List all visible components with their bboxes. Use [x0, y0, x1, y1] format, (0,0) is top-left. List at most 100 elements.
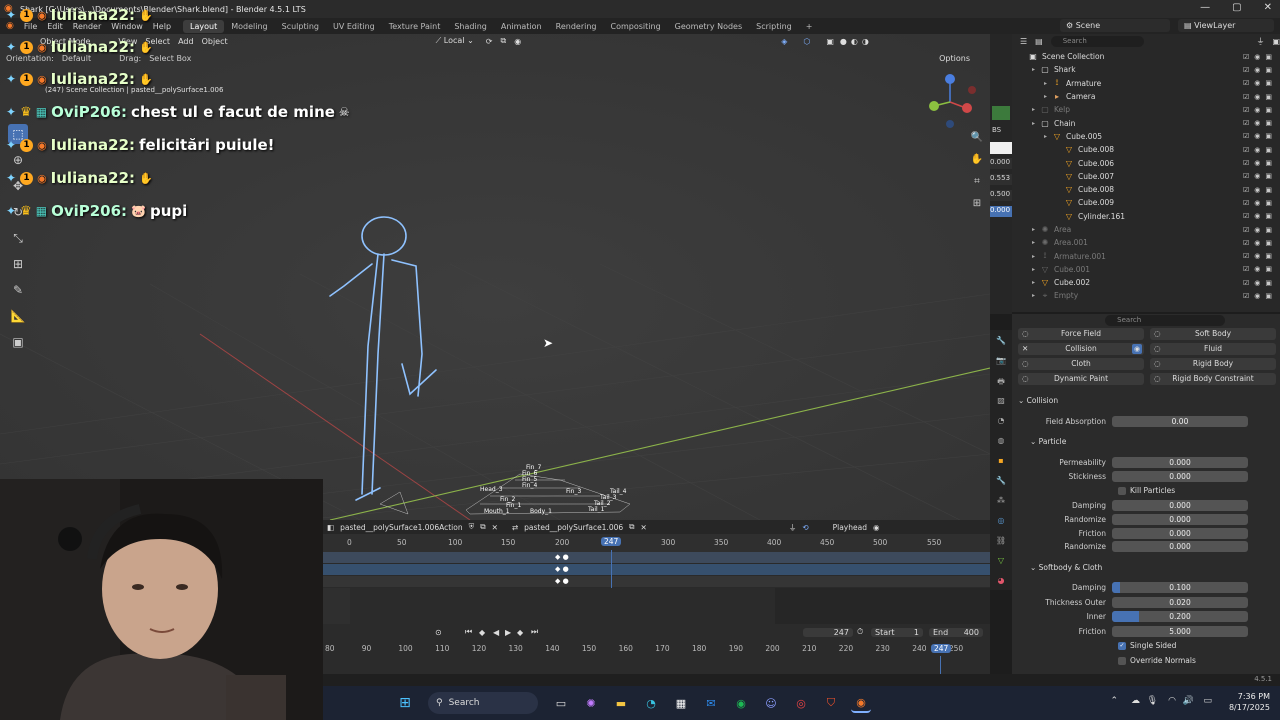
- close-button[interactable]: ✕: [1264, 2, 1272, 13]
- physics-force-field-button[interactable]: ◌ Force Field: [1018, 328, 1144, 340]
- camera-icon[interactable]: ▣: [1265, 226, 1272, 234]
- shading-rendered-icon[interactable]: ◑: [862, 37, 869, 46]
- sb-damping-slider[interactable]: 0.100: [1112, 581, 1248, 593]
- data-tab-icon[interactable]: ▽: [995, 556, 1007, 568]
- outliner-row[interactable]: ▸ ✺ Area.001 ☑ ◉ ▣: [1012, 236, 1280, 249]
- pan-hand-icon[interactable]: ✋: [970, 154, 984, 168]
- checkbox-icon[interactable]: ☑: [1243, 159, 1249, 167]
- menu-help[interactable]: Help: [153, 22, 171, 31]
- camera-icon[interactable]: ▣: [1265, 252, 1272, 260]
- view-layer-tab-icon[interactable]: ▨: [995, 396, 1007, 408]
- eye-icon[interactable]: ◉: [1254, 252, 1260, 260]
- windows-start-icon[interactable]: ⊞: [395, 693, 415, 713]
- wifi-icon[interactable]: ◠: [1168, 696, 1176, 706]
- jump-start-icon[interactable]: ⏮: [465, 627, 472, 637]
- task-view-icon[interactable]: ▭: [551, 693, 571, 713]
- eye-icon[interactable]: ◉: [1254, 226, 1260, 234]
- view-layer-selector[interactable]: ▤ ViewLayer: [1178, 19, 1274, 32]
- checkbox-icon[interactable]: ☑: [1243, 199, 1249, 207]
- eye-icon[interactable]: ◉: [1254, 199, 1260, 207]
- expand-caret-icon[interactable]: ▸: [1032, 106, 1040, 113]
- mic-icon[interactable]: 🎙: [1147, 696, 1158, 706]
- checkbox-icon[interactable]: ☑: [1243, 93, 1249, 101]
- chrome-icon[interactable]: ◎: [791, 693, 811, 713]
- camera-view-icon[interactable]: ⌗: [970, 176, 984, 190]
- thickness-outer-field[interactable]: 0.020: [1112, 596, 1248, 608]
- object-unlink-icon[interactable]: ✕: [641, 523, 647, 532]
- expand-caret-icon[interactable]: ▸: [1032, 120, 1040, 127]
- eye-icon[interactable]: ◉: [1254, 132, 1260, 140]
- camera-icon[interactable]: ▣: [1265, 186, 1272, 194]
- checkbox-icon[interactable]: ☑: [1243, 239, 1249, 247]
- new-collection-icon[interactable]: ▣: [1272, 37, 1280, 46]
- eye-icon[interactable]: ◉: [1254, 106, 1260, 114]
- eye-icon[interactable]: ◉: [1254, 292, 1260, 300]
- single-sided-checkbox[interactable]: ✓ Single Sided: [1118, 641, 1176, 650]
- checkbox-icon[interactable]: ☑: [1243, 79, 1249, 87]
- outliner-row[interactable]: ▸ ▢ Chain ☑ ◉ ▣: [1012, 116, 1280, 129]
- snap-icon[interactable]: ⧉: [500, 36, 506, 46]
- action-editor-icon[interactable]: ◧: [327, 523, 334, 532]
- softbody-section-header[interactable]: ⌄ Softbody & Cloth: [1030, 563, 1102, 572]
- discord-icon[interactable]: ☺: [761, 693, 781, 713]
- checkbox-icon[interactable]: ☑: [1243, 292, 1249, 300]
- physics-rigid-body-constraint-button[interactable]: ◌ Rigid Body Constraint: [1150, 373, 1276, 385]
- outliner-row[interactable]: ▸ ⟟ Armature ☑ ◉ ▣: [1012, 77, 1280, 90]
- transform-tool-icon[interactable]: ⊞: [8, 254, 28, 274]
- tab-scripting[interactable]: Scripting: [749, 20, 799, 33]
- dope-sheet-ruler[interactable]: 0 50 100 150 200 300 350 400 450 500 550…: [323, 537, 990, 550]
- scene-selector[interactable]: ⚙ Scene: [1060, 19, 1170, 32]
- annotate-tool-icon[interactable]: ✎: [8, 280, 28, 300]
- tray-chevron-icon[interactable]: ⌃: [1110, 696, 1118, 706]
- channel-row[interactable]: [323, 552, 990, 564]
- outliner-row[interactable]: ▸ ▢ Shark ☑ ◉ ▣: [1012, 63, 1280, 76]
- store-icon[interactable]: ▦: [671, 693, 691, 713]
- camera-icon[interactable]: ▣: [1265, 292, 1272, 300]
- eye-icon[interactable]: ◉: [1254, 159, 1260, 167]
- add-workspace-button[interactable]: +: [799, 20, 820, 33]
- checkbox-icon[interactable]: ☑: [1243, 146, 1249, 154]
- sidebar-value[interactable]: 0.000: [990, 206, 1012, 217]
- checkbox-icon[interactable]: ☑: [1243, 252, 1249, 260]
- camera-icon[interactable]: ▣: [1265, 93, 1272, 101]
- outliner-row[interactable]: ▸ ▽ Cube.002 ☑ ◉ ▣: [1012, 276, 1280, 289]
- clock-icon[interactable]: ⏱: [857, 627, 863, 637]
- zoom-icon[interactable]: 🔍: [970, 132, 984, 146]
- menu-add[interactable]: Add: [178, 37, 194, 46]
- eye-icon[interactable]: ◉: [1254, 172, 1260, 180]
- outliner-row[interactable]: ▽ Cylinder.161 ☑ ◉ ▣: [1012, 210, 1280, 223]
- shading-material-icon[interactable]: ◐: [851, 37, 858, 46]
- permeability-field[interactable]: 0.000: [1112, 456, 1248, 468]
- outliner-row[interactable]: ▸ ▽ Cube.001 ☑ ◉ ▣: [1012, 263, 1280, 276]
- shield-icon[interactable]: ⛨: [469, 522, 475, 532]
- world-tab-icon[interactable]: ◍: [995, 436, 1007, 448]
- friction-field[interactable]: 0.000: [1112, 527, 1248, 539]
- viewport-gizmos-icon[interactable]: ◈: [781, 37, 787, 46]
- keyframe-icon[interactable]: ◆ ●: [555, 565, 569, 573]
- outliner-editor-icon[interactable]: ☰: [1020, 37, 1027, 46]
- copilot-icon[interactable]: ✺: [581, 693, 601, 713]
- expand-caret-icon[interactable]: ▸: [1044, 133, 1052, 140]
- volume-icon[interactable]: 🔊: [1183, 696, 1194, 706]
- timeline-playhead-frame[interactable]: 247: [931, 644, 952, 653]
- scene-tab-icon[interactable]: ◔: [995, 416, 1007, 428]
- stickiness-field[interactable]: 0.000: [1112, 470, 1248, 482]
- file-explorer-icon[interactable]: ▬: [611, 693, 631, 713]
- slot-icon[interactable]: ⇄: [512, 523, 518, 532]
- eye-icon[interactable]: ◉: [1254, 212, 1260, 220]
- camera-icon[interactable]: ▣: [1265, 53, 1272, 61]
- onedrive-icon[interactable]: ☁: [1131, 696, 1140, 706]
- constraints-tab-icon[interactable]: ⛓: [995, 536, 1007, 548]
- particle-section-header[interactable]: ⌄ Particle: [1030, 437, 1066, 446]
- prev-keyframe-icon[interactable]: ◆: [479, 628, 485, 637]
- physics-dynamic-paint-button[interactable]: ◌ Dynamic Paint: [1018, 373, 1144, 385]
- timeline-ruler[interactable]: 80 90 100 110 120 130 140 150 160 170 180 190 200 210…: [323, 644, 990, 656]
- outliner-row[interactable]: ▽ Cube.006 ☑ ◉ ▣: [1012, 156, 1280, 169]
- spotify-icon[interactable]: ◉: [731, 693, 751, 713]
- physics-soft-body-button[interactable]: ◌ Soft Body: [1150, 328, 1276, 340]
- battery-icon[interactable]: ▭: [1203, 696, 1212, 706]
- checkbox-icon[interactable]: ☑: [1243, 172, 1249, 180]
- overlays-icon[interactable]: ⬡: [803, 37, 810, 46]
- filter-icon[interactable]: ⏚: [1256, 36, 1264, 47]
- keyframe-icon[interactable]: ◆ ●: [555, 577, 569, 585]
